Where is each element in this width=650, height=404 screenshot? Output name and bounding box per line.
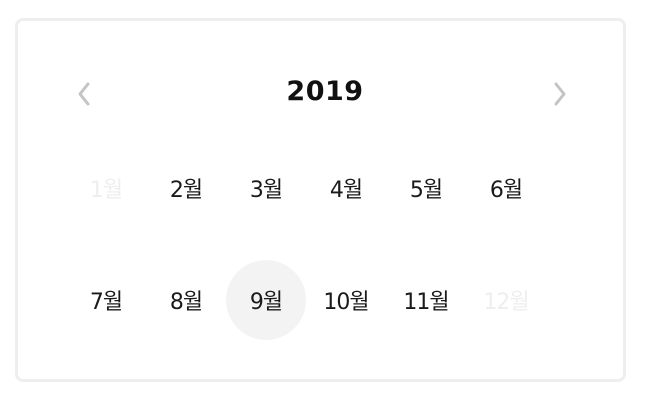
month-oct[interactable]: 10월 <box>306 260 386 340</box>
month-jul[interactable]: 7월 <box>66 260 146 340</box>
next-year-button[interactable] <box>544 78 576 110</box>
month-may[interactable]: 5월 <box>386 148 466 228</box>
month-apr[interactable]: 4월 <box>306 148 386 228</box>
month-feb[interactable]: 2월 <box>146 148 226 228</box>
month-aug[interactable]: 8월 <box>146 260 226 340</box>
month-jun[interactable]: 6월 <box>466 148 546 228</box>
chevron-right-icon <box>554 82 566 106</box>
month-sep[interactable]: 9월 <box>226 260 306 340</box>
month-jan: 1월 <box>89 178 123 203</box>
month-nov[interactable]: 11월 <box>386 260 466 340</box>
month-mar[interactable]: 3월 <box>226 148 306 228</box>
month-dec: 12월 <box>483 290 529 315</box>
